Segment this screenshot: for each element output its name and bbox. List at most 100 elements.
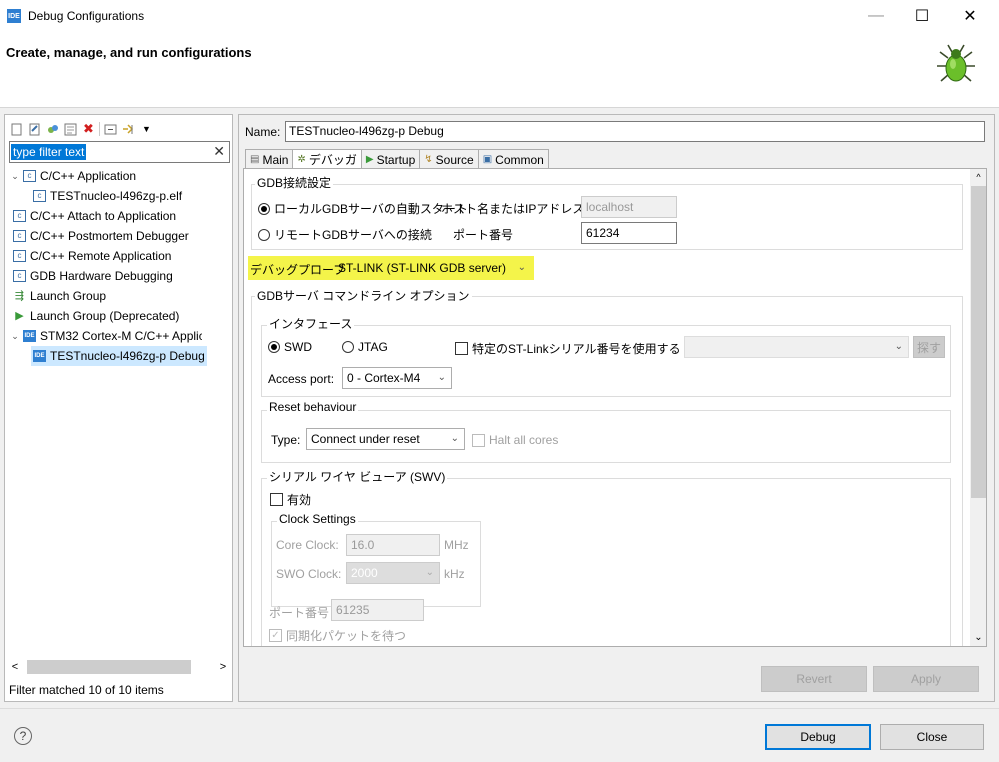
serial-number-label: 特定のST-Linkシリアル番号を使用する [472, 342, 681, 356]
tree-item-gdb-hardware[interactable]: c GDB Hardware Debugging [9, 266, 231, 286]
search-serial-button[interactable]: 探す [913, 336, 945, 358]
jtag-radio[interactable] [342, 341, 354, 353]
c-icon: c [13, 210, 26, 222]
tree-item-label: GDB Hardware Debugging [30, 269, 173, 283]
main-tab-icon: ▤ [250, 153, 260, 165]
tree-item-selected-config[interactable]: IDE TESTnucleo-l496zg-p Debug [9, 346, 231, 366]
collapse-all-icon[interactable] [103, 122, 118, 137]
revert-button[interactable]: Revert [761, 666, 867, 692]
vertical-scrollbar[interactable]: ^ ⌄ [970, 169, 986, 646]
maximize-button[interactable]: ☐ [899, 0, 945, 32]
access-port-select[interactable]: 0 - Cortex-M4 ⌄ [342, 367, 452, 389]
help-icon[interactable]: ? [14, 727, 32, 745]
tree-item-label: Launch Group [30, 289, 107, 303]
c-icon: c [13, 250, 26, 262]
export-icon[interactable] [63, 122, 78, 137]
serial-number-option[interactable]: 特定のST-Linkシリアル番号を使用する [455, 340, 681, 357]
tree-item-c-application[interactable]: ⌄ c C/C++ Application [9, 166, 231, 186]
swo-clock-label: SWO Clock: [276, 567, 342, 581]
remote-gdb-radio[interactable] [258, 228, 270, 241]
probe-select[interactable]: ST-LINK (ST-LINK GDB server) ⌄ [336, 258, 532, 278]
config-tabs: ▤ Main ✲ デバッガ ▶ Startup ↯ Source ▣ Commo… [245, 149, 549, 169]
interface-title: インタフェース [267, 315, 355, 332]
minimize-button[interactable]: — [853, 0, 899, 32]
host-input[interactable]: localhost [581, 196, 677, 218]
remote-gdb-option[interactable]: リモートGDBサーバへの接続 [258, 226, 432, 243]
tree-item-label: TESTnucleo-l496zg-p.elf [50, 189, 183, 203]
swv-enable-checkbox[interactable] [270, 493, 283, 506]
scroll-right-icon[interactable]: > [215, 661, 231, 673]
swv-port-label: ポート番号 [269, 606, 330, 620]
tab-label: Startup [376, 152, 416, 167]
access-port-label: Access port: [268, 372, 335, 386]
debugger-tab-icon: ✲ [297, 153, 306, 165]
scroll-down-icon[interactable]: ⌄ [970, 629, 986, 646]
duplicate-icon[interactable] [45, 122, 60, 137]
tree-item-label: C/C++ Attach to Application [30, 209, 177, 223]
host-label: ホスト名またはIPアドレス [441, 202, 585, 216]
chevron-down-icon[interactable]: ⌄ [9, 166, 21, 186]
swo-clock-select[interactable]: 2000 ⌄ [346, 562, 440, 584]
tab-debugger[interactable]: ✲ デバッガ [292, 149, 362, 169]
close-window-button[interactable]: ✕ [947, 0, 993, 32]
scroll-up-icon[interactable]: ^ [970, 169, 986, 186]
swv-port-input[interactable]: 61235 [331, 599, 424, 621]
tab-startup[interactable]: ▶ Startup [360, 149, 421, 169]
clear-filter-icon[interactable]: ✕ [213, 143, 225, 160]
scroll-thumb[interactable] [971, 186, 986, 498]
swv-enable-option[interactable]: 有効 [270, 491, 311, 508]
play-icon: ▶ [13, 310, 26, 322]
swd-radio[interactable] [268, 341, 280, 353]
sync-packets-checkbox[interactable]: ✓ [269, 629, 282, 642]
tree-item-attach[interactable]: c C/C++ Attach to Application [9, 206, 231, 226]
halt-all-cores-checkbox[interactable] [472, 433, 485, 447]
jtag-option[interactable]: JTAG [342, 340, 388, 354]
halt-all-cores-option[interactable]: Halt all cores [472, 433, 558, 447]
serial-number-checkbox[interactable] [455, 342, 468, 355]
reset-type-label: Type: [271, 433, 301, 447]
reset-type-select[interactable]: Connect under reset ⌄ [306, 428, 465, 450]
swd-option[interactable]: SWD [268, 340, 312, 354]
scroll-thumb[interactable] [27, 660, 191, 674]
tree-item-launch-group-deprecated[interactable]: ▶ Launch Group (Deprecated) [9, 306, 231, 326]
new-config-icon[interactable] [9, 122, 24, 137]
serial-number-select[interactable]: ⌄ [684, 336, 909, 358]
c-icon: c [13, 270, 26, 282]
app-icon: IDE [7, 9, 21, 23]
local-gdb-option[interactable]: ローカルGDBサーバの自動スタート [258, 200, 468, 217]
sync-packets-option[interactable]: ✓ 同期化パケットを待つ [269, 627, 406, 644]
filter-input[interactable]: type filter text ✕ [9, 141, 230, 163]
delete-icon[interactable]: ✖ [81, 121, 96, 137]
scroll-left-icon[interactable]: < [7, 661, 23, 673]
name-input[interactable]: TESTnucleo-l496zg-p Debug [285, 121, 985, 142]
tree-item-label: C/C++ Remote Application [30, 249, 172, 263]
apply-button[interactable]: Apply [873, 666, 979, 692]
tab-common[interactable]: ▣ Common [477, 149, 549, 169]
chevron-down-icon: ⌄ [894, 341, 903, 352]
chevron-down-icon[interactable]: ⌄ [9, 326, 21, 346]
chevron-down-icon: ⌄ [437, 372, 446, 383]
tree-item-stm32[interactable]: ⌄ IDE STM32 Cortex-M C/C++ Applicati [9, 326, 231, 346]
tab-source[interactable]: ↯ Source [419, 149, 479, 169]
filter-icon[interactable] [121, 122, 136, 137]
debug-button[interactable]: Debug [765, 724, 871, 750]
c-icon: c [13, 230, 26, 242]
close-button[interactable]: Close [880, 724, 984, 750]
filter-status: Filter matched 10 of 10 items [9, 683, 164, 697]
tree-item-launch-group[interactable]: ⇶ Launch Group [9, 286, 231, 306]
tree-item-postmortem[interactable]: c C/C++ Postmortem Debugger [9, 226, 231, 246]
jtag-label: JTAG [358, 340, 388, 354]
tab-main[interactable]: ▤ Main [245, 149, 294, 169]
chevron-down-icon: ⌄ [517, 262, 526, 273]
probe-select-value: ST-LINK (ST-LINK GDB server) [338, 261, 507, 275]
new-prototype-icon[interactable] [27, 122, 42, 137]
core-clock-label: Core Clock: [276, 538, 339, 552]
tab-label: デバッガ [308, 152, 357, 167]
horizontal-scrollbar[interactable]: < > [7, 659, 231, 675]
dropdown-icon[interactable]: ▼ [139, 122, 154, 137]
tree-item-remote[interactable]: c C/C++ Remote Application [9, 246, 231, 266]
local-gdb-radio[interactable] [258, 202, 270, 215]
tree-item-elf[interactable]: c TESTnucleo-l496zg-p.elf [9, 186, 231, 206]
core-clock-input[interactable]: 16.0 [346, 534, 440, 556]
port-input[interactable]: 61234 [581, 222, 677, 244]
